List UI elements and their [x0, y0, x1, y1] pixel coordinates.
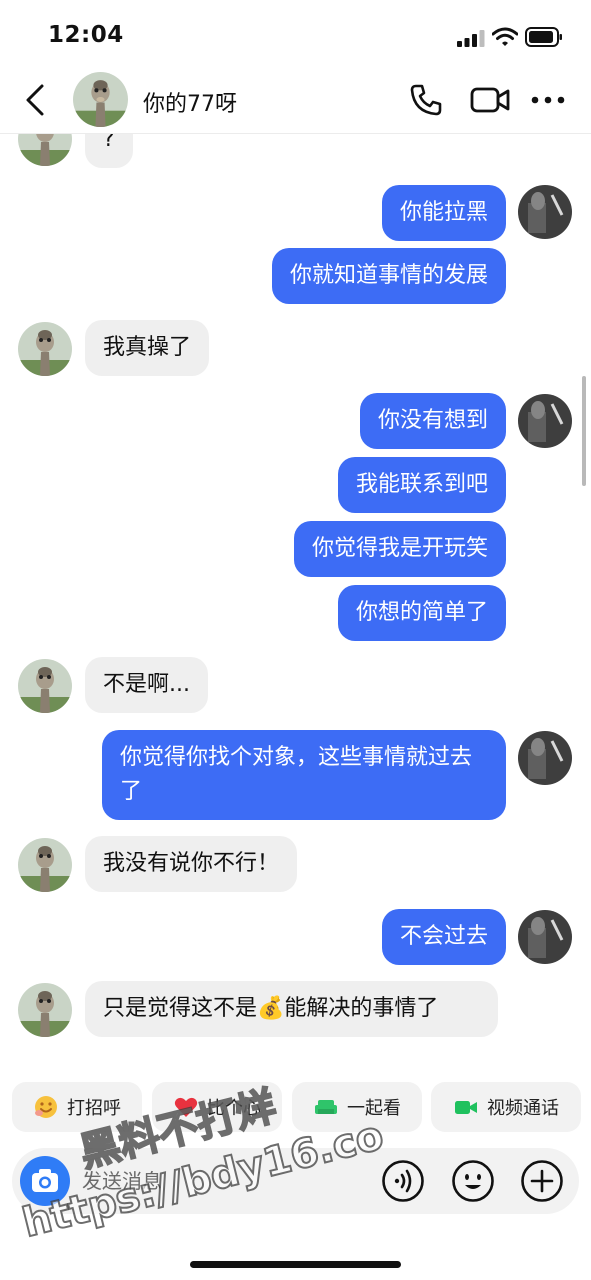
outgoing-message[interactable]: 你觉得你找个对象，这些事情就过去了	[102, 730, 506, 820]
self-avatar-icon	[518, 910, 572, 964]
self-avatar[interactable]	[518, 910, 572, 964]
wifi-icon	[492, 27, 518, 46]
incoming-avatar[interactable]	[18, 659, 72, 713]
ostrich-avatar-icon	[18, 659, 72, 713]
incoming-avatar[interactable]	[18, 838, 72, 892]
heart-label: 比个心	[207, 1098, 261, 1119]
greet-label: 打招呼	[67, 1098, 121, 1119]
message-list[interactable]: ? 你能拉黑 你就知道事情的发展 我真操了 你没有想到 我能联系到吧 你觉得我是…	[0, 134, 591, 1080]
incoming-avatar[interactable]	[18, 983, 72, 1037]
ostrich-avatar-icon	[73, 72, 128, 127]
quick-actions: 打招呼 比个心 一起看 视频通话	[0, 1082, 591, 1132]
voice-message-icon[interactable]	[381, 1159, 425, 1203]
message-composer	[12, 1148, 579, 1214]
outgoing-message[interactable]: 你觉得我是开玩笑	[293, 521, 506, 577]
self-avatar[interactable]	[518, 731, 572, 785]
self-avatar-icon	[518, 185, 572, 239]
self-avatar-icon	[518, 731, 572, 785]
self-avatar[interactable]	[518, 394, 572, 448]
contact-avatar[interactable]	[73, 72, 128, 127]
video-call-label: 视频通话	[487, 1098, 559, 1119]
heart-chip[interactable]: 比个心	[152, 1082, 282, 1132]
video-call-chip[interactable]: 视频通话	[431, 1082, 581, 1132]
outgoing-message[interactable]: 不会过去	[381, 909, 506, 965]
outgoing-message[interactable]: 你没有想到	[359, 393, 506, 449]
camera-button[interactable]	[20, 1156, 70, 1206]
ostrich-avatar-icon	[18, 134, 72, 166]
watch-together-label: 一起看	[347, 1098, 401, 1119]
home-indicator[interactable]	[190, 1261, 401, 1268]
incoming-avatar[interactable]	[18, 322, 72, 376]
self-avatar[interactable]	[518, 185, 572, 239]
contact-name[interactable]: 你的77呀	[143, 86, 237, 118]
outgoing-message[interactable]: 你就知道事情的发展	[271, 248, 506, 304]
more-options-icon[interactable]	[530, 94, 566, 106]
ostrich-avatar-icon	[18, 838, 72, 892]
video-call-icon	[455, 1101, 477, 1114]
outgoing-message[interactable]: 我能联系到吧	[337, 457, 506, 513]
back-icon[interactable]	[20, 82, 52, 118]
incoming-message[interactable]: 我没有说你不行！	[85, 836, 298, 892]
status-bar: 12:04	[0, 0, 591, 70]
sofa-icon	[315, 1100, 337, 1114]
wave-emoji-icon	[35, 1096, 57, 1118]
phone-icon[interactable]	[408, 82, 444, 118]
incoming-message[interactable]: 只是觉得这不是💰能解决的事情了	[85, 981, 498, 1037]
incoming-avatar[interactable]	[18, 134, 72, 166]
heart-icon	[174, 1097, 198, 1117]
incoming-message[interactable]: ?	[85, 134, 133, 168]
outgoing-message[interactable]: 你想的简单了	[337, 585, 506, 641]
self-avatar-icon	[518, 394, 572, 448]
scrollbar[interactable]	[582, 376, 586, 486]
incoming-message[interactable]: 不是啊...	[85, 657, 208, 713]
incoming-message[interactable]: 我真操了	[85, 320, 210, 376]
video-camera-icon[interactable]	[470, 85, 510, 115]
emoji-icon[interactable]	[451, 1159, 495, 1203]
chat-header: 你的77呀	[0, 70, 591, 134]
greet-chip[interactable]: 打招呼	[12, 1082, 142, 1132]
ostrich-avatar-icon	[18, 322, 72, 376]
message-input[interactable]	[82, 1162, 372, 1200]
watch-together-chip[interactable]: 一起看	[292, 1082, 422, 1132]
outgoing-message[interactable]: 你能拉黑	[381, 185, 506, 241]
battery-icon	[525, 27, 562, 47]
camera-icon	[32, 1169, 58, 1192]
ostrich-avatar-icon	[18, 983, 72, 1037]
add-icon[interactable]	[520, 1159, 564, 1203]
status-time: 12:04	[48, 22, 124, 48]
signal-icon	[457, 30, 485, 47]
